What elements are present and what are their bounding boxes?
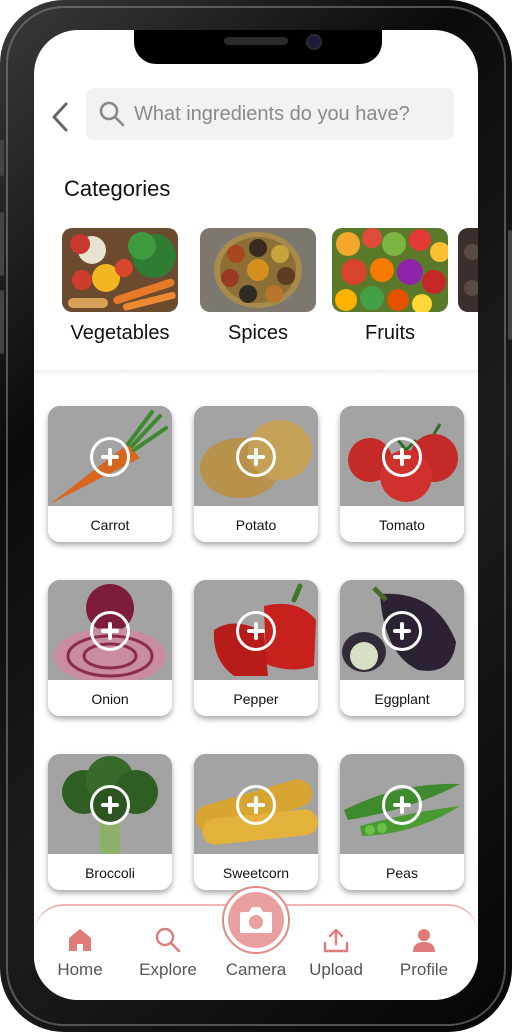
phone-side-button (0, 140, 4, 176)
ingredient-card-eggplant[interactable]: Eggplant (340, 580, 464, 716)
back-button[interactable] (48, 100, 72, 134)
nav-upload[interactable]: Upload (296, 926, 376, 980)
ingredient-card-potato[interactable]: Potato (194, 406, 318, 542)
ingredient-label: Pepper (194, 680, 318, 716)
add-ingredient-button[interactable] (382, 611, 422, 651)
nav-label: Camera (225, 960, 287, 979)
home-icon (69, 929, 91, 951)
nav-home[interactable]: Home (40, 926, 120, 980)
ingredient-card-carrot[interactable]: Carrot (48, 406, 172, 542)
person-icon (413, 929, 435, 952)
phone-frame: Categories (0, 0, 512, 1032)
add-ingredient-button[interactable] (382, 437, 422, 477)
camera-button[interactable] (222, 886, 290, 954)
add-ingredient-button[interactable] (90, 437, 130, 477)
ingredient-card-peas[interactable]: Peas (340, 754, 464, 890)
ingredient-card-tomato[interactable]: Tomato (340, 406, 464, 542)
add-ingredient-button[interactable] (236, 437, 276, 477)
phone-side-button (508, 230, 512, 340)
phone-side-button (0, 212, 4, 276)
ingredient-card-sweetcorn[interactable]: Sweetcorn (194, 754, 318, 890)
ingredient-card-onion[interactable]: Onion (48, 580, 172, 716)
speaker-grille (224, 37, 288, 45)
ingredient-label: Carrot (48, 506, 172, 542)
ingredient-label: Eggplant (340, 680, 464, 716)
categories-carousel[interactable]: Vegetables Spices Fruits (62, 228, 478, 358)
search-icon (99, 101, 125, 127)
nav-label: Upload (309, 960, 363, 979)
category-label: Spices (227, 322, 289, 344)
front-camera (306, 34, 322, 50)
ingredient-label: Tomato (340, 506, 464, 542)
ingredient-label: Onion (48, 680, 172, 716)
nav-label: Home (57, 960, 103, 979)
upload-icon (323, 928, 349, 953)
nav-camera[interactable]: Camera (216, 960, 296, 980)
add-ingredient-button[interactable] (90, 785, 130, 825)
ingredient-label: Broccoli (48, 854, 172, 890)
nav-profile[interactable]: Profile (384, 926, 464, 980)
ingredient-label: Sweetcorn (194, 854, 318, 890)
ingredient-card-broccoli[interactable]: Broccoli (48, 754, 172, 890)
ingredient-label: Potato (194, 506, 318, 542)
section-divider (34, 370, 478, 374)
category-spices[interactable]: Spices (200, 228, 316, 345)
category-vegetables[interactable]: Vegetables (62, 228, 178, 345)
search-icon (155, 927, 181, 953)
chevron-left-icon (52, 102, 68, 132)
fruits-thumbnail (332, 228, 448, 312)
categories-heading: Categories (64, 176, 171, 201)
category-thumbnail (458, 228, 478, 312)
add-ingredient-button[interactable] (90, 611, 130, 651)
ingredient-label: Peas (340, 854, 464, 890)
search-bar[interactable] (86, 88, 454, 140)
category-partial[interactable] (458, 228, 478, 322)
camera-button-fill (228, 892, 284, 948)
ingredient-card-pepper[interactable]: Pepper (194, 580, 318, 716)
nav-label: Explore (139, 960, 197, 979)
spices-thumbnail (200, 228, 316, 312)
app-screen: Categories (34, 30, 478, 1000)
phone-notch (134, 30, 382, 64)
nav-explore[interactable]: Explore (128, 926, 208, 980)
category-fruits[interactable]: Fruits (332, 228, 448, 345)
camera-icon (240, 907, 272, 933)
category-label: Vegetables (70, 322, 170, 344)
nav-label: Profile (399, 960, 449, 979)
search-input[interactable] (132, 101, 454, 127)
phone-side-button (0, 290, 4, 354)
vegetables-thumbnail (62, 228, 178, 312)
add-ingredient-button[interactable] (236, 785, 276, 825)
add-ingredient-button[interactable] (236, 611, 276, 651)
category-label: Fruits (365, 322, 415, 344)
add-ingredient-button[interactable] (382, 785, 422, 825)
